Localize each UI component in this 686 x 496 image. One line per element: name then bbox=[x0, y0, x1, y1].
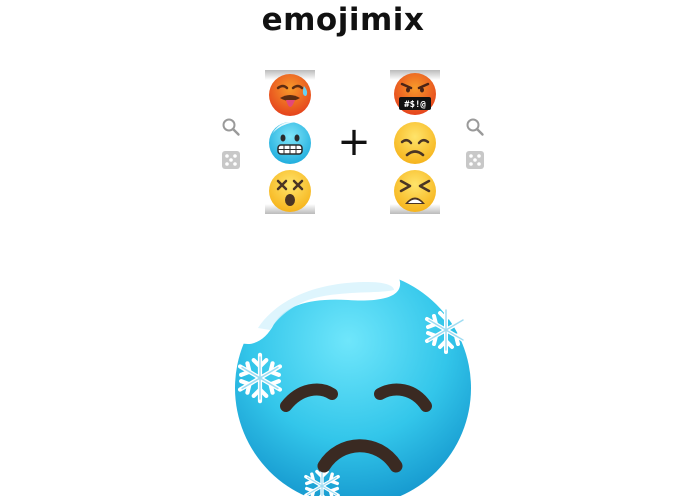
tired-face-emoji[interactable] bbox=[391, 166, 439, 214]
result-emoji[interactable] bbox=[228, 258, 486, 496]
search-icon bbox=[466, 118, 484, 136]
search-right-button[interactable] bbox=[465, 117, 485, 137]
tired-face-icon bbox=[394, 170, 436, 212]
dice-icon bbox=[222, 151, 240, 169]
hot-face-icon bbox=[269, 74, 311, 116]
crossed-eyes-face-emoji[interactable] bbox=[266, 166, 314, 214]
cold-disappointed-face-icon bbox=[235, 261, 471, 496]
search-icon bbox=[222, 118, 240, 136]
svg-text:#$!@: #$!@ bbox=[404, 100, 426, 110]
right-emoji-picker[interactable]: #$!@ bbox=[390, 70, 440, 214]
search-left-button[interactable] bbox=[221, 117, 241, 137]
face-with-crossed-out-eyes-icon bbox=[269, 170, 311, 212]
random-left-button[interactable] bbox=[221, 150, 241, 170]
face-with-symbols-on-mouth-icon: #$!@ bbox=[394, 73, 436, 115]
symbols-face-emoji[interactable]: #$!@ bbox=[391, 70, 439, 118]
dice-icon bbox=[466, 151, 484, 169]
disappointed-face-icon bbox=[394, 122, 436, 164]
plus-sign: + bbox=[337, 119, 371, 165]
cold-face-emoji[interactable] bbox=[266, 118, 314, 166]
left-emoji-picker[interactable] bbox=[265, 70, 315, 214]
random-right-button[interactable] bbox=[465, 150, 485, 170]
hot-face-emoji[interactable] bbox=[266, 70, 314, 118]
disappointed-face-emoji[interactable] bbox=[391, 118, 439, 166]
app-title: emojimix bbox=[261, 2, 425, 38]
cold-face-icon bbox=[269, 121, 311, 164]
